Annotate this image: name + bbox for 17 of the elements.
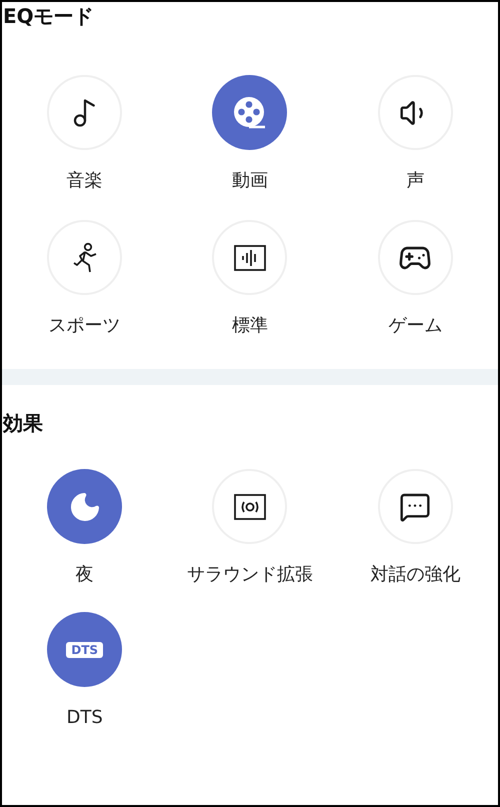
dts-logo: DTS (66, 642, 104, 658)
mode-label: 動画 (232, 172, 268, 190)
mode-label: 夜 (76, 566, 94, 584)
film-reel-icon (232, 96, 267, 130)
mode-label: DTS (66, 709, 103, 727)
mode-label: 音楽 (66, 172, 103, 190)
mode-label: スポーツ (48, 317, 121, 335)
mode-label: ゲーム (388, 317, 442, 335)
surround-icon (234, 494, 266, 520)
section-title: EQモード (2, 6, 95, 26)
mode-label: サラウンド拡張 (186, 566, 313, 584)
mode-label: 対話の強化 (370, 566, 460, 584)
waveform-icon (234, 244, 266, 270)
mode-label: 標準 (232, 317, 268, 335)
mode-label: 声 (406, 172, 424, 190)
mode-button[interactable]: DTS (47, 612, 122, 687)
section-title: 効果 (2, 413, 44, 433)
